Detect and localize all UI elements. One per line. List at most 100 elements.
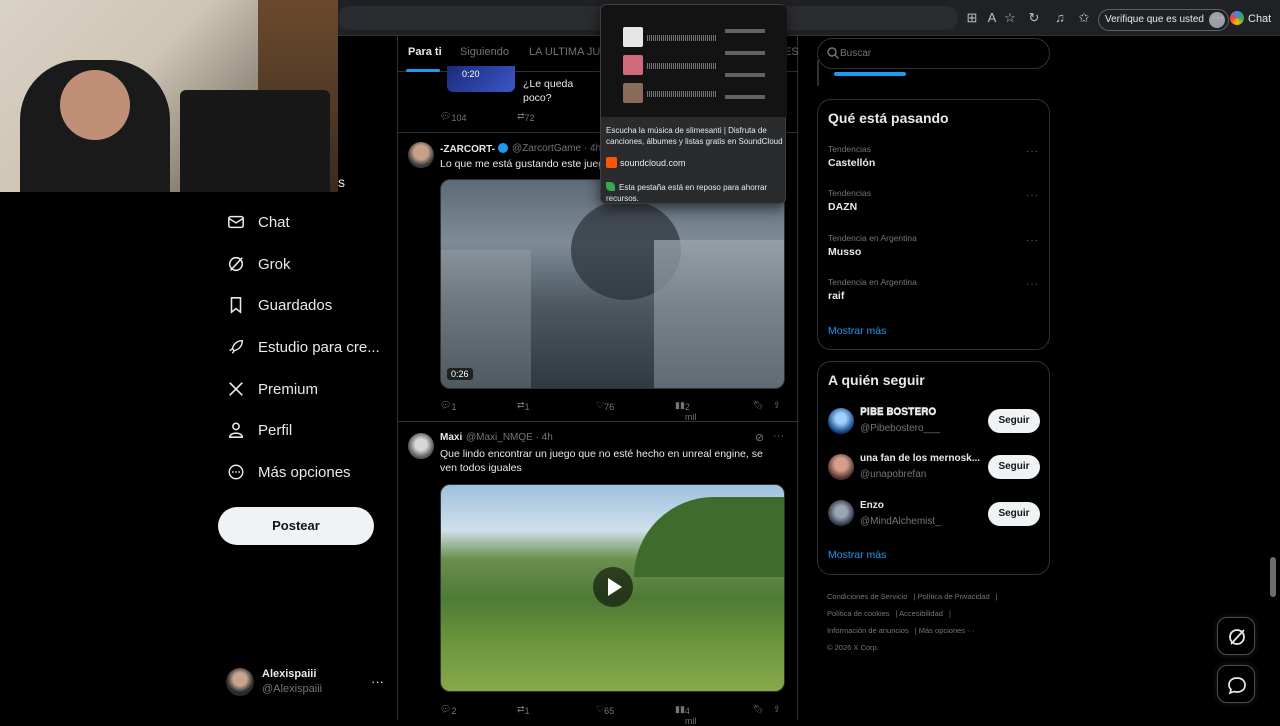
nav-item-perfil[interactable]: Perfil bbox=[226, 418, 292, 442]
footer-link[interactable]: Condiciones de Servicio bbox=[827, 592, 907, 601]
app-grid-icon[interactable]: ⊞ bbox=[964, 10, 980, 26]
reply-button[interactable]: 💬︎ 1 bbox=[440, 400, 456, 412]
card-button-edge bbox=[834, 72, 906, 76]
refresh-icon[interactable]: ↻ bbox=[1026, 10, 1042, 26]
share-icon[interactable]: ⇪ bbox=[773, 704, 781, 715]
favorites-list-icon[interactable]: ✩ bbox=[1076, 10, 1092, 26]
like-button[interactable]: ♡ 76 bbox=[596, 400, 614, 412]
repost-count: 1 bbox=[524, 402, 530, 412]
nav-item-chat[interactable]: Chat bbox=[226, 210, 290, 234]
repost-button[interactable]: ⇄ 1 bbox=[517, 704, 530, 716]
tweet-video[interactable]: 0:26 bbox=[440, 179, 785, 389]
play-icon[interactable] bbox=[593, 567, 633, 607]
tab-sleep-notice: Esta pestaña está en reposo para ahorrar… bbox=[606, 182, 784, 204]
active-tab-indicator bbox=[406, 69, 440, 72]
nav-label: Perfil bbox=[258, 421, 293, 439]
trend-more-icon[interactable]: ··· bbox=[1026, 190, 1039, 201]
who-to-follow-card: A quién seguir 𝐏𝐈𝐁𝐄 𝐁𝐎𝐒𝐓𝐄𝐑𝐎 @Pibebostero… bbox=[817, 361, 1050, 575]
post-button[interactable]: Postear bbox=[218, 507, 374, 545]
favorite-star-icon[interactable]: ☆ bbox=[1002, 10, 1018, 26]
tweet-avatar[interactable] bbox=[408, 433, 434, 459]
nav-item-premium[interactable]: Premium bbox=[226, 377, 318, 401]
bookmark-icon bbox=[226, 295, 246, 315]
follow-button[interactable]: Seguir bbox=[988, 502, 1040, 526]
more-menu-icon[interactable]: ⋯ bbox=[1210, 10, 1226, 26]
show-more-link[interactable]: Mostrar más bbox=[828, 549, 886, 561]
bookmark-icon[interactable]: 🔖︎ bbox=[753, 704, 764, 715]
preview-sidebar-line bbox=[725, 29, 765, 33]
preview-sidebar-line bbox=[725, 73, 765, 77]
media-control-icon[interactable]: ♫ bbox=[1052, 10, 1068, 26]
read-aloud-icon[interactable]: A bbox=[984, 10, 1000, 26]
account-switcher[interactable]: Alexispaiii @Alexispaiii ··· bbox=[226, 666, 386, 698]
footer-link[interactable]: Política de Privacidad bbox=[918, 592, 990, 601]
trend-more-icon[interactable]: ··· bbox=[1026, 279, 1039, 290]
trend-more-icon[interactable]: ··· bbox=[1026, 235, 1039, 246]
avatar[interactable] bbox=[828, 408, 854, 434]
messages-floating-button[interactable] bbox=[1217, 665, 1255, 703]
tweet-text: Que lindo encontrar un juego que no esté… bbox=[440, 448, 763, 474]
footer-link[interactable]: Información de anuncios bbox=[827, 626, 909, 635]
trend-name[interactable]: Musso bbox=[828, 246, 861, 258]
tweet-handle[interactable]: @ZarcortGame · 4h bbox=[512, 143, 601, 154]
like-button[interactable]: ♡ 65 bbox=[596, 704, 614, 716]
tab-para-ti[interactable]: Para ti bbox=[408, 46, 442, 58]
tweet-actions: 💬︎ 2 ⇄ 1 ♡ 65 ▮▮ 4 mil 🔖︎ ⇪ bbox=[440, 702, 785, 726]
trends-card: Qué está pasando Tendencias Castellón ··… bbox=[817, 99, 1050, 350]
follow-suggestion-name[interactable]: Enzo bbox=[860, 500, 884, 511]
reply-button[interactable]: 💬︎ 104 bbox=[440, 111, 466, 123]
tweet-author[interactable]: -ZARCORT- bbox=[440, 143, 508, 155]
follow-suggestion-handle: @unapobrefan bbox=[860, 469, 927, 480]
tweet-avatar[interactable] bbox=[408, 142, 434, 168]
views-button[interactable]: ▮▮ 2 mil bbox=[675, 400, 696, 422]
grok-icon[interactable]: ⊘ bbox=[755, 431, 764, 444]
repost-button[interactable]: ⇄ 1 bbox=[517, 400, 530, 412]
search-input[interactable]: Buscar bbox=[817, 38, 1050, 69]
preview-waveform bbox=[647, 63, 717, 69]
page-scrollbar[interactable] bbox=[1270, 557, 1276, 597]
footer-link[interactable]: Más opciones ··· bbox=[919, 626, 975, 635]
trend-name[interactable]: raif bbox=[828, 290, 844, 302]
nav-label: Guardados bbox=[258, 296, 333, 314]
follow-suggestion-name[interactable]: una fan de los mernosk... bbox=[860, 453, 980, 464]
like-count: 76 bbox=[604, 402, 615, 412]
footer-link[interactable]: Accesibilidad bbox=[899, 609, 943, 618]
nav-item-mas-opciones[interactable]: Más opciones bbox=[226, 460, 351, 484]
nav-item-guardados[interactable]: Guardados bbox=[226, 293, 332, 317]
follow-button[interactable]: Seguir bbox=[988, 409, 1040, 433]
follow-button[interactable]: Seguir bbox=[988, 455, 1040, 479]
column-divider-right bbox=[797, 36, 798, 720]
trend-name[interactable]: DAZN bbox=[828, 201, 857, 213]
footer-link[interactable]: Política de cookies bbox=[827, 609, 890, 618]
trend-name[interactable]: Castellón bbox=[828, 157, 875, 169]
tab-preview-title: Escucha la música de slimesanti | Disfru… bbox=[606, 126, 783, 146]
bookmark-icon[interactable]: 🔖︎ bbox=[753, 400, 764, 411]
copilot-chat-button[interactable]: Chat bbox=[1230, 11, 1271, 25]
avatar[interactable] bbox=[828, 454, 854, 480]
preview-sidebar-line bbox=[725, 95, 765, 99]
grok-floating-button[interactable] bbox=[1217, 617, 1255, 655]
nav-item-grok[interactable]: Grok bbox=[226, 252, 291, 276]
tab-preview-thumbnail bbox=[601, 5, 787, 117]
trend-category: Tendencia en Argentina bbox=[828, 277, 917, 287]
avatar[interactable] bbox=[828, 500, 854, 526]
search-placeholder: Buscar bbox=[840, 48, 872, 59]
trend-more-icon[interactable]: ··· bbox=[1026, 146, 1039, 157]
nav-item-estudio[interactable]: Estudio para cre... bbox=[226, 335, 380, 359]
tweet-video[interactable] bbox=[440, 484, 785, 692]
views-button[interactable]: ▮▮ 4 mil bbox=[675, 704, 696, 726]
grok-icon bbox=[1229, 629, 1245, 645]
tweet-author[interactable]: Maxi bbox=[440, 432, 462, 443]
follow-suggestion-name[interactable]: 𝐏𝐈𝐁𝐄 𝐁𝐎𝐒𝐓𝐄𝐑𝐎 bbox=[860, 407, 936, 418]
who-to-follow-title: A quién seguir bbox=[828, 372, 925, 388]
tab-la-ultima-jun[interactable]: LA ULTIMA JUN bbox=[529, 46, 608, 58]
x-logo-icon bbox=[226, 379, 246, 399]
share-icon[interactable]: ⇪ bbox=[773, 400, 781, 411]
reply-button[interactable]: 💬︎ 2 bbox=[440, 704, 456, 716]
show-more-link[interactable]: Mostrar más bbox=[828, 325, 886, 337]
tweet-more-icon[interactable]: ··· bbox=[773, 430, 784, 442]
tweet-handle[interactable]: @Maxi_NMQE · 4h bbox=[466, 432, 553, 443]
video-thumbnail[interactable]: 0:20 bbox=[447, 66, 515, 92]
tab-siguiendo[interactable]: Siguiendo bbox=[460, 46, 509, 58]
repost-button[interactable]: ⇄ 72 bbox=[517, 111, 535, 123]
